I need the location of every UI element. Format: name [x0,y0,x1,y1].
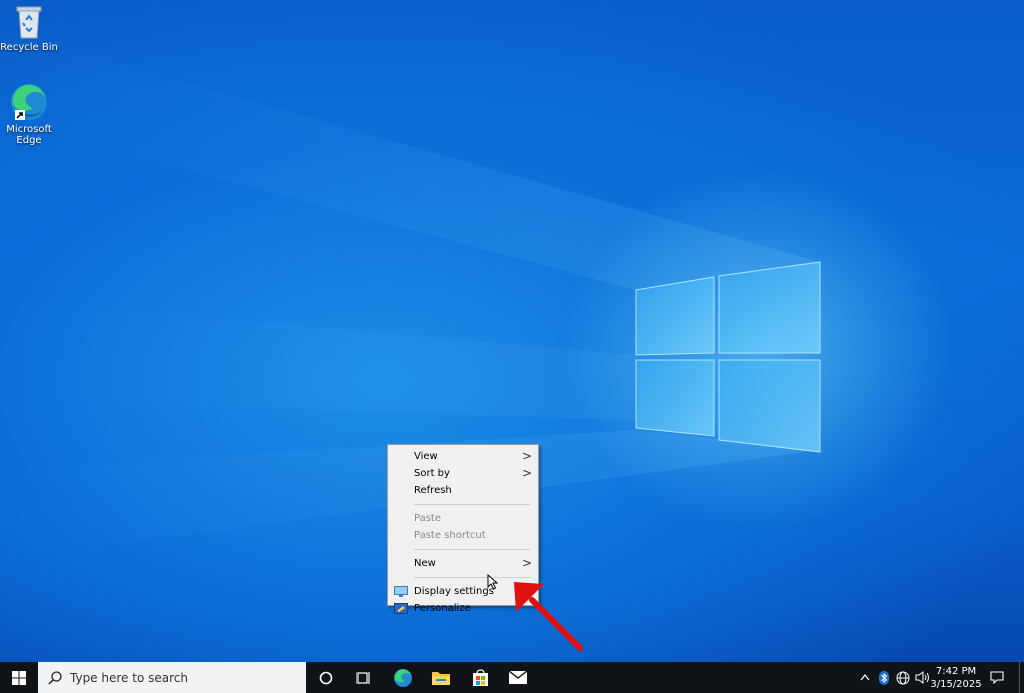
menu-item-sort-by[interactable]: Sort by > [388,465,538,482]
menu-item-new[interactable]: New > [388,555,538,572]
annotation-arrow-icon [514,582,583,651]
action-center-button[interactable] [986,662,1008,693]
recycle-bin-icon [16,6,42,39]
chevron-up-icon [860,674,870,681]
desktop-icon-microsoft-edge[interactable]: Microsoft Edge [0,82,61,146]
menu-item-paste[interactable]: Paste [388,510,538,527]
file-explorer-icon [432,672,450,685]
menu-item-label: View [414,451,438,462]
volume-icon [915,671,929,684]
taskbar-edge-button[interactable] [384,662,422,693]
submenu-arrow-icon: > [521,556,532,570]
edge-icon [11,84,47,120]
menu-separator [414,504,530,505]
file-explorer-button[interactable] [422,662,460,693]
menu-item-label: New [414,558,436,569]
store-button[interactable] [461,662,499,693]
bluetooth-tray-button[interactable] [877,662,891,693]
cortana-button[interactable] [307,662,345,693]
edge-label-line1: Microsoft [6,124,52,135]
menu-item-refresh[interactable]: Refresh [388,482,538,499]
volume-tray-button[interactable] [913,662,931,693]
menu-separator [414,577,530,578]
taskbar-search-box[interactable]: Type here to search [38,662,306,693]
task-view-button[interactable] [345,662,383,693]
menu-separator [414,549,530,550]
taskbar-clock[interactable]: 7:42 PM 3/15/2025 [930,665,982,691]
desktop-icon-recycle-bin[interactable]: Recycle Bin [0,4,61,53]
personalize-icon [394,603,408,614]
show-desktop-button[interactable] [1019,662,1024,693]
bluetooth-icon [879,670,889,685]
display-settings-icon [394,586,408,597]
search-placeholder: Type here to search [70,670,188,685]
menu-item-view[interactable]: View > [388,448,538,465]
menu-item-label: Paste shortcut [414,530,486,541]
store-icon [472,669,488,686]
menu-item-label: Personalize [414,603,471,614]
cortana-icon [319,671,333,684]
recycle-bin-label: Recycle Bin [0,42,58,53]
desktop-wallpaper[interactable]: Recycle Bin Microsoft Edge View > Sort b… [0,0,1024,662]
clock-time: 7:42 PM [935,666,977,677]
menu-item-label: Sort by [414,468,450,479]
search-icon [48,670,62,685]
menu-item-label: Paste [414,513,441,524]
taskbar: Type here to search 7:42 PM 3/15/2025 [0,662,1024,693]
menu-item-paste-shortcut[interactable]: Paste shortcut [388,527,538,544]
mail-button[interactable] [499,662,537,693]
submenu-arrow-icon: > [521,466,532,480]
notification-icon [990,671,1004,684]
network-tray-button[interactable] [894,662,912,693]
windows-start-icon [11,670,26,685]
mail-icon [509,671,527,684]
task-view-icon [356,671,370,684]
edge-label-line2: Edge [16,135,42,146]
edge-icon [394,668,412,687]
submenu-arrow-icon: > [521,449,532,463]
mouse-cursor-icon [487,574,499,590]
start-button[interactable] [0,662,37,693]
menu-item-label: Display settings [414,586,494,597]
network-icon [896,671,910,684]
menu-item-label: Refresh [414,485,452,496]
clock-date: 3/15/2025 [930,679,982,690]
show-hidden-icons-button[interactable] [857,662,873,693]
